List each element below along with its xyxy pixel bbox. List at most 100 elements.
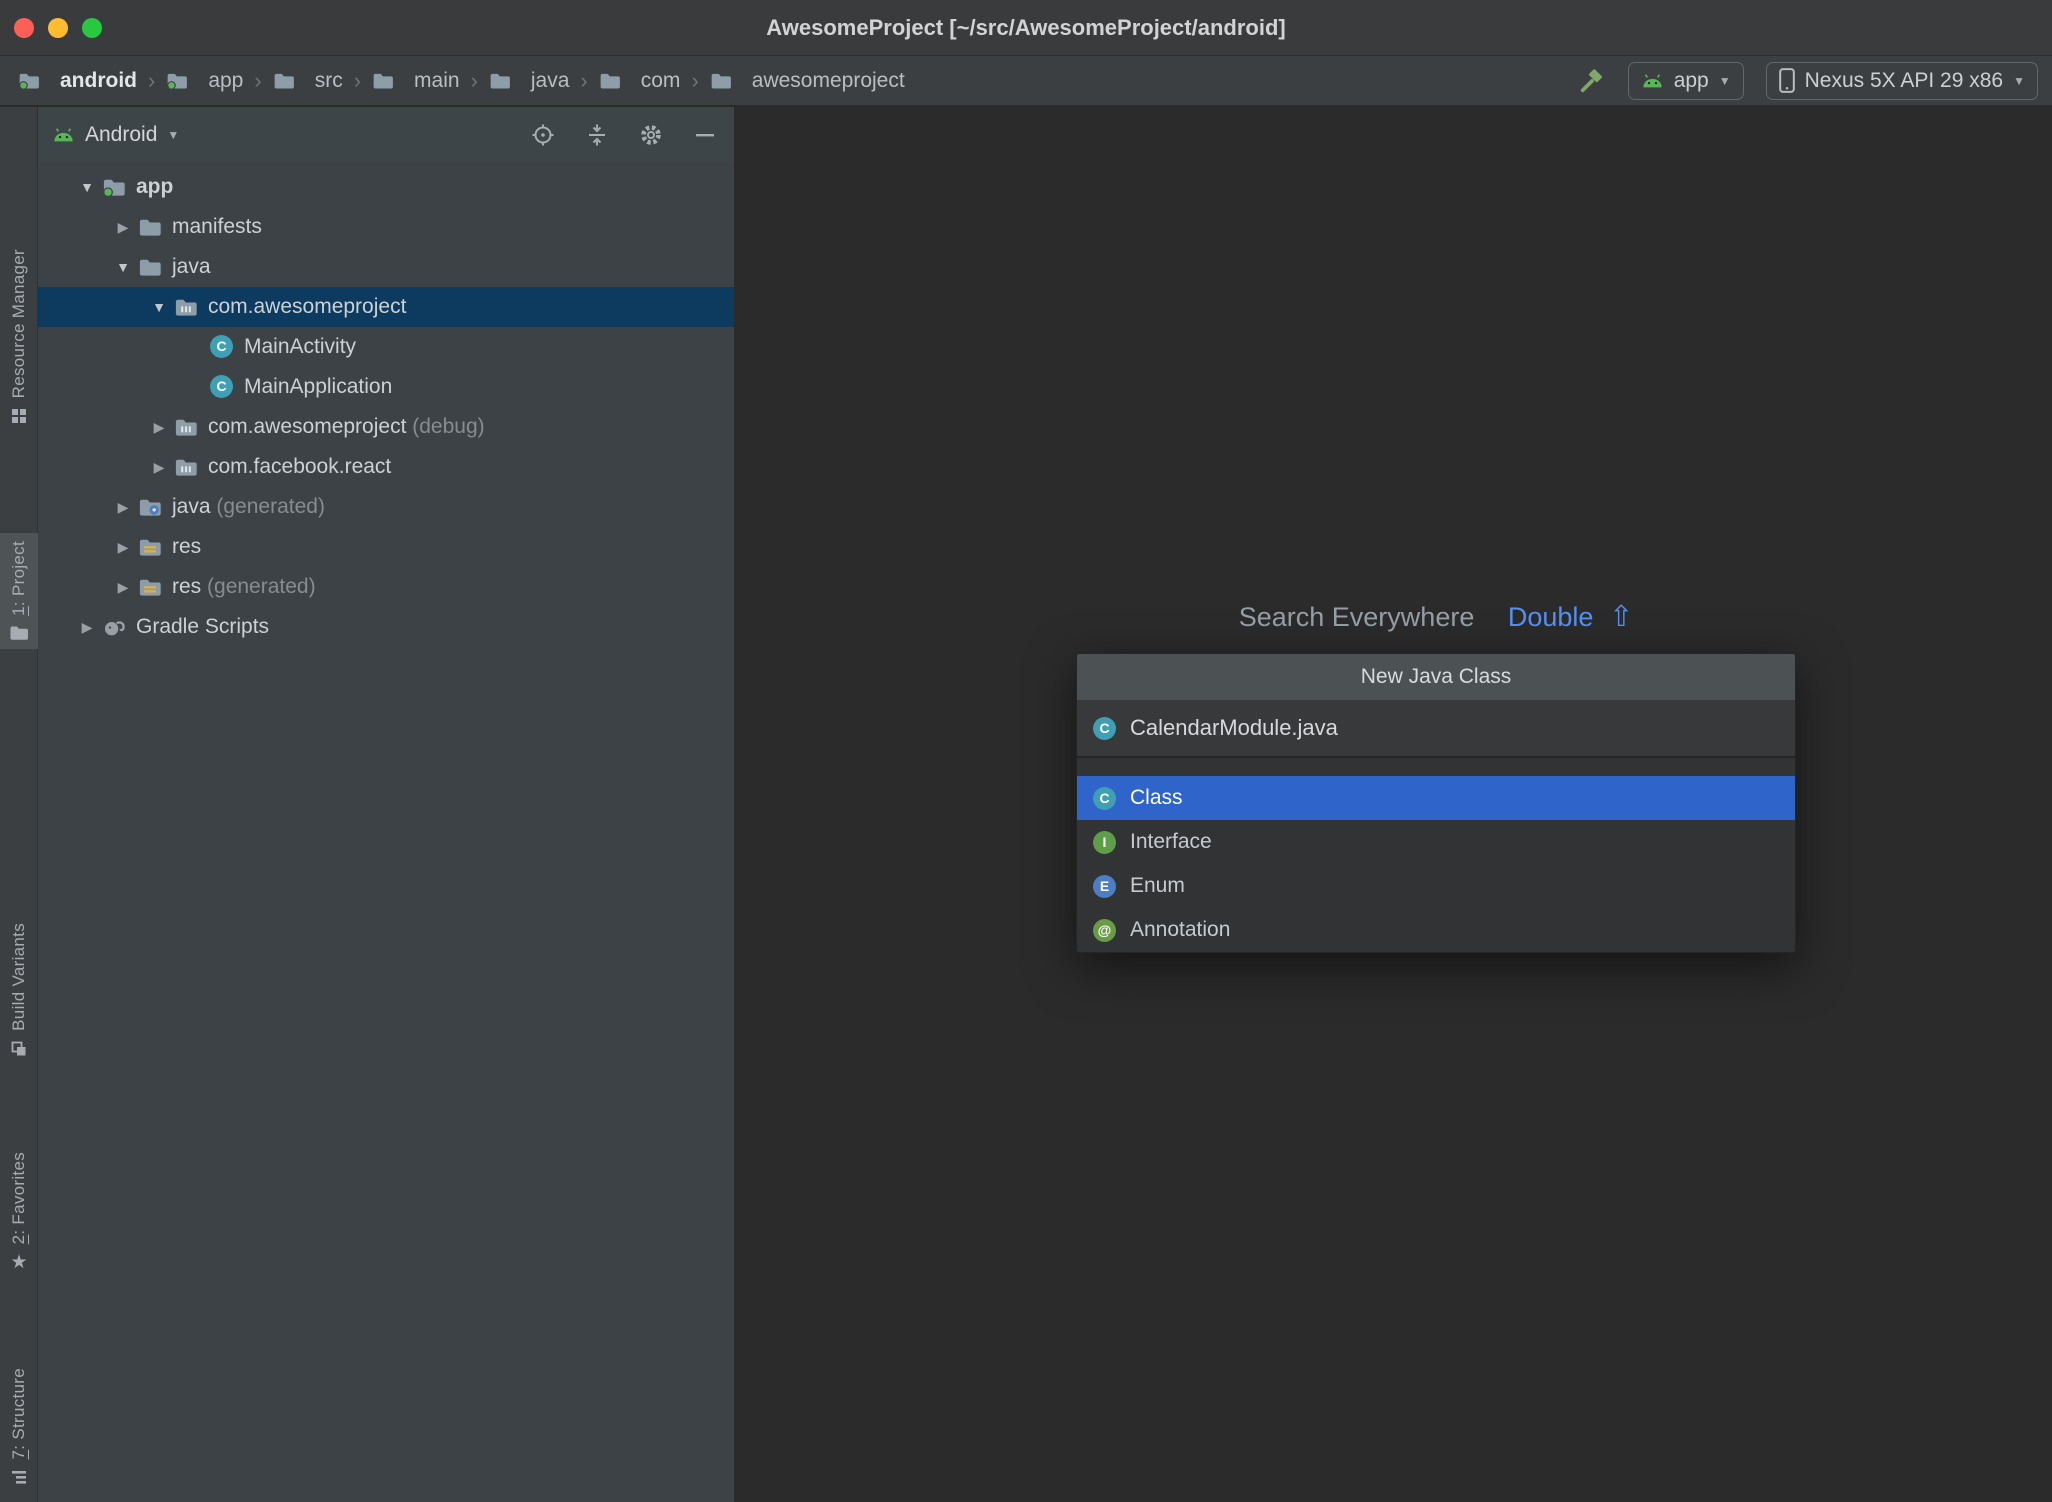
project-folder-icon (9, 625, 29, 641)
res-folder-icon (138, 538, 162, 557)
popup-item-annotation[interactable]: @ Annotation (1077, 908, 1795, 952)
tree-item-gradle-scripts[interactable]: ▶ Gradle Scripts (38, 607, 734, 647)
class-icon: C (210, 334, 234, 358)
breadcrumb-awesomeproject[interactable]: awesomeproject (710, 69, 905, 93)
collapse-arrow-icon[interactable]: ▶ (144, 419, 174, 436)
breadcrumb-separator: › (580, 67, 588, 93)
breadcrumb-app[interactable]: app (166, 69, 243, 93)
close-button[interactable] (14, 17, 34, 38)
locate-file-icon[interactable] (530, 122, 556, 148)
stripe-resource-manager[interactable]: Resource Manager (0, 241, 38, 433)
annotation-icon: @ (1093, 918, 1116, 942)
search-everywhere-label: Search Everywhere (1238, 602, 1475, 632)
generated-folder-icon (138, 498, 162, 517)
tree-item-res[interactable]: ▶ res (38, 527, 734, 567)
chevron-down-icon: ▼ (1718, 73, 1731, 88)
tree-item-mainactivity[interactable]: C MainActivity (38, 327, 734, 367)
chevron-down-icon: ▼ (167, 127, 180, 142)
title-bar: AwesomeProject [~/src/AwesomeProject/and… (0, 0, 2052, 56)
folder-icon (273, 72, 297, 90)
hide-panel-icon[interactable] (692, 122, 718, 148)
popup-filename-row[interactable]: C CalendarModule.java (1077, 700, 1795, 758)
collapse-arrow-icon[interactable]: ▶ (108, 579, 138, 596)
structure-icon (10, 1468, 28, 1486)
collapse-arrow-icon[interactable]: ▶ (72, 619, 102, 636)
breadcrumb-com[interactable]: com (599, 69, 680, 93)
folder-icon (710, 72, 734, 90)
zoom-button[interactable] (82, 17, 102, 38)
tree-item-com-awesomeproject[interactable]: ▼ com.awesomeproject (38, 287, 734, 327)
folder-icon (138, 258, 162, 277)
tree-item-manifests[interactable]: ▶ manifests (38, 207, 734, 247)
popup-item-interface[interactable]: I Interface (1077, 820, 1795, 864)
tree-item-java-generated[interactable]: ▶ java (generated) (38, 487, 734, 527)
interface-icon: I (1093, 830, 1116, 854)
popup-filename: CalendarModule.java (1130, 715, 1338, 740)
android-head-icon (52, 127, 75, 143)
tree-item-app[interactable]: ▼ app (38, 167, 734, 207)
enum-icon: E (1093, 874, 1116, 898)
project-tree: ▼ app ▶ manifests ▼ java ▼ com.awesomepr… (38, 162, 734, 647)
tool-window-stripe: Resource Manager 1: Project Build Varian… (0, 107, 38, 1502)
popup-item-enum[interactable]: E Enum (1077, 864, 1795, 908)
new-java-class-popup: New Java Class C CalendarModule.java C C… (1076, 653, 1796, 953)
tree-item-java[interactable]: ▼ java (38, 247, 734, 287)
project-panel-header: Android ▼ (38, 107, 734, 162)
res-folder-icon (138, 578, 162, 597)
build-hammer-icon[interactable] (1578, 67, 1606, 95)
double-label: Double (1507, 602, 1594, 632)
package-icon (174, 458, 198, 477)
stripe-build-variants[interactable]: Build Variants (0, 915, 38, 1066)
collapse-arrow-icon[interactable]: ▶ (144, 459, 174, 476)
module-folder-icon (18, 72, 42, 90)
stripe-structure[interactable]: 7: Structure (0, 1360, 38, 1494)
gradle-icon (102, 618, 126, 637)
stripe-favorites[interactable]: 2: Favorites ★ (0, 1144, 38, 1280)
search-everywhere-hint: Search Everywhere Double ⇧ (1076, 600, 1796, 634)
class-icon: C (1093, 716, 1116, 740)
project-view-select[interactable]: Android ▼ (52, 123, 179, 147)
breadcrumb: android › app › src › main › java › com … (18, 68, 905, 94)
folder-icon (599, 72, 623, 90)
device-phone-icon (1778, 68, 1795, 93)
module-folder-icon (166, 72, 190, 90)
shift-key-icon: ⇧ (1608, 601, 1634, 633)
device-select[interactable]: Nexus 5X API 29 x86 ▼ (1765, 61, 2038, 100)
package-icon (174, 418, 198, 437)
gear-icon[interactable] (638, 122, 664, 148)
collapse-all-icon[interactable] (584, 122, 610, 148)
minimize-button[interactable] (48, 17, 68, 38)
tree-item-mainapplication[interactable]: C MainApplication (38, 367, 734, 407)
favorites-star-icon: ★ (10, 1252, 28, 1273)
window-title: AwesomeProject [~/src/AwesomeProject/and… (766, 14, 1286, 40)
expand-arrow-icon[interactable]: ▼ (72, 179, 102, 195)
tree-item-com-awesomeproject-debug[interactable]: ▶ com.awesomeproject (debug) (38, 407, 734, 447)
folder-icon (489, 72, 513, 90)
navigation-bar: android › app › src › main › java › com … (0, 56, 2052, 106)
breadcrumb-main[interactable]: main (372, 69, 460, 93)
breadcrumb-src[interactable]: src (273, 69, 343, 93)
breadcrumb-separator: › (353, 67, 362, 93)
module-folder-icon (102, 178, 126, 197)
chevron-down-icon: ▼ (2013, 73, 2025, 88)
popup-item-class[interactable]: C Class (1077, 776, 1795, 820)
folder-icon (138, 218, 162, 237)
run-configuration-select[interactable]: app ▼ (1627, 61, 1744, 100)
collapse-arrow-icon[interactable]: ▶ (108, 219, 138, 236)
tree-item-com-facebook-react[interactable]: ▶ com.facebook.react (38, 447, 734, 487)
stripe-project[interactable]: 1: Project (0, 533, 38, 649)
tree-item-res-generated[interactable]: ▶ res (generated) (38, 567, 734, 607)
window-controls (14, 0, 102, 55)
collapse-arrow-icon[interactable]: ▶ (108, 539, 138, 556)
project-tool-window: Android ▼ ▼ app ▶ manifests ▼ java ▼ com… (38, 107, 735, 1502)
collapse-arrow-icon[interactable]: ▶ (108, 499, 138, 516)
class-icon: C (1093, 786, 1116, 810)
breadcrumb-separator: › (148, 67, 156, 93)
folder-icon (372, 72, 396, 90)
expand-arrow-icon[interactable]: ▼ (144, 299, 174, 315)
resource-manager-icon (10, 407, 28, 425)
expand-arrow-icon[interactable]: ▼ (108, 259, 138, 275)
breadcrumb-java[interactable]: java (489, 69, 569, 93)
breadcrumb-android[interactable]: android (18, 69, 137, 93)
android-head-icon (1641, 73, 1664, 89)
